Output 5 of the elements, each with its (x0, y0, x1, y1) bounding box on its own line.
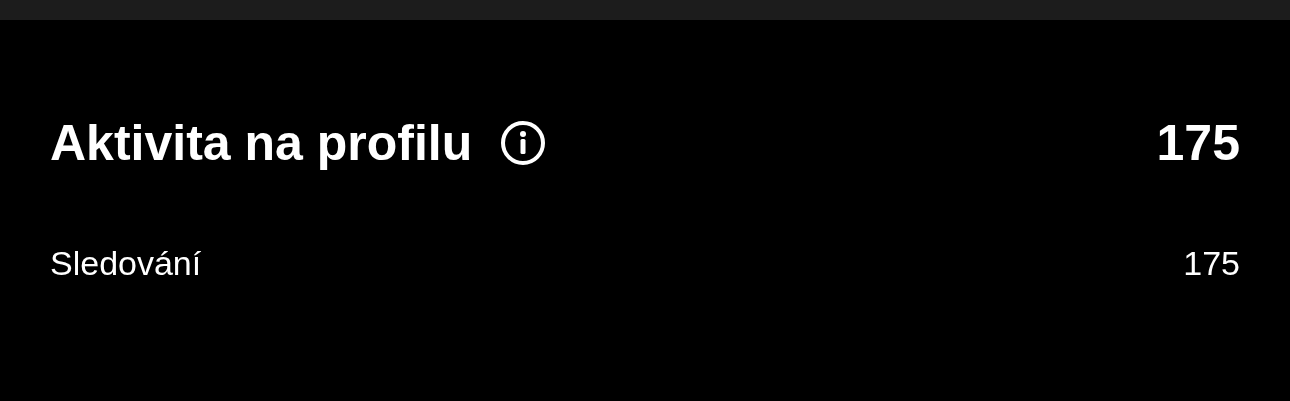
info-icon[interactable] (500, 120, 547, 166)
stat-label: Sledování (50, 246, 202, 280)
section-title: Aktivita na profilu (50, 118, 473, 168)
total-count: 175 (1156, 118, 1240, 168)
stat-value: 175 (1183, 246, 1240, 280)
